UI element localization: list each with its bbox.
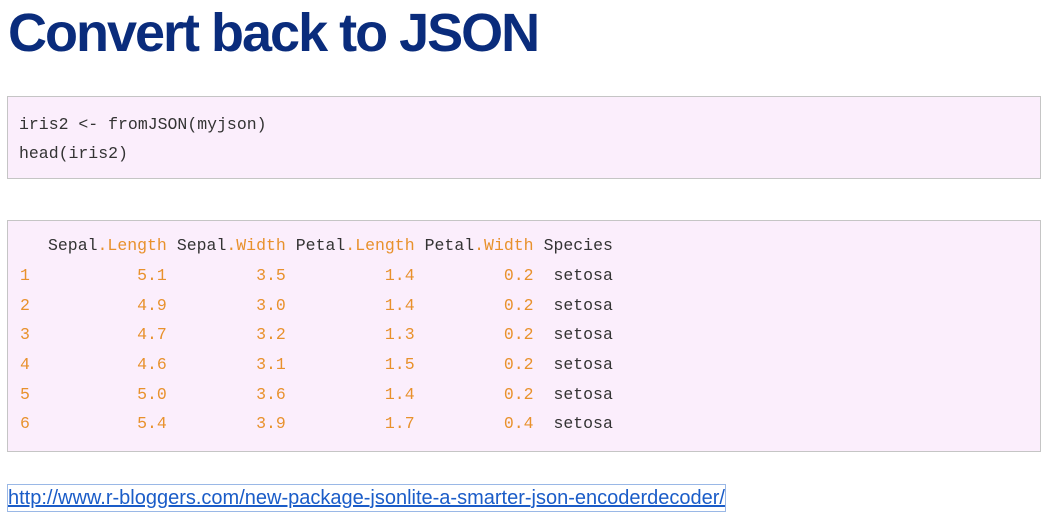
sepal-length-cell: 4.6 xyxy=(137,355,167,375)
column-header-suffix: Length xyxy=(355,236,415,256)
slide-title: Convert back to JSON xyxy=(8,3,540,63)
column-header-name: Petal xyxy=(295,236,346,256)
petal-width-cell: 0.2 xyxy=(503,266,534,286)
species-cell: setosa xyxy=(553,266,613,286)
code-block: iris2 <- fromJSON(myjson) head(iris2) xyxy=(7,96,1041,179)
species-cell: setosa xyxy=(553,355,613,375)
output-block: Sepal.Length Sepal.Width Petal.Length Pe… xyxy=(7,220,1041,452)
sepal-width-cell: 3.0 xyxy=(256,295,286,315)
species-cell: setosa xyxy=(553,384,613,404)
species-cell: setosa xyxy=(553,295,613,315)
row-number: 4 xyxy=(20,355,30,375)
petal-width-cell: 0.2 xyxy=(503,295,534,315)
table-row: 4 4.6 3.1 1.5 0.2 setosa xyxy=(20,350,613,380)
column-header-dot: . xyxy=(345,236,356,256)
sepal-length-cell: 4.7 xyxy=(137,325,167,345)
species-cell: setosa xyxy=(553,325,613,345)
petal-width-cell: 0.4 xyxy=(503,414,534,434)
column-header-species: Species xyxy=(534,231,613,261)
sepal-width-cell: 3.5 xyxy=(256,266,286,286)
petal-length-cell: 1.4 xyxy=(384,295,415,315)
sepal-width-cell: 3.6 xyxy=(256,384,286,404)
column-header-suffix: Width xyxy=(484,236,534,256)
sepal-width-cell: 3.9 xyxy=(256,414,286,434)
column-header-name: Sepal xyxy=(176,236,227,256)
code-line: iris2 <- fromJSON(myjson) xyxy=(19,115,267,134)
row-number: 5 xyxy=(20,384,30,404)
row-number: 2 xyxy=(20,295,30,315)
sepal-length-cell: 5.0 xyxy=(137,384,167,404)
sepal-width-cell: 3.2 xyxy=(256,325,286,345)
petal-width-cell: 0.2 xyxy=(503,325,534,345)
table-row: 2 4.9 3.0 1.4 0.2 setosa xyxy=(20,290,613,320)
table-row: 6 5.4 3.9 1.7 0.4 setosa xyxy=(20,409,613,439)
species-cell: setosa xyxy=(553,414,613,434)
column-header-petal-length: Petal.Length xyxy=(286,231,415,261)
petal-length-cell: 1.5 xyxy=(384,355,415,375)
row-number: 1 xyxy=(20,266,30,286)
column-header-petal-width: Petal.Width xyxy=(415,231,534,261)
table-row: 5 5.0 3.6 1.4 0.2 setosa xyxy=(20,379,613,409)
output-header-row: Sepal.Length Sepal.Width Petal.Length Pe… xyxy=(20,231,613,261)
sepal-length-cell: 5.1 xyxy=(137,266,167,286)
sepal-width-cell: 3.1 xyxy=(256,355,286,375)
column-header-name: Petal xyxy=(424,236,475,256)
column-header-dot: . xyxy=(474,236,485,256)
column-header-sepal-width: Sepal.Width xyxy=(167,231,286,261)
output-table-body: 1 5.1 3.5 1.4 0.2 setosa 2 4.9 3.0 1.4 0… xyxy=(20,261,613,439)
column-header-suffix: Length xyxy=(107,236,167,256)
table-row: 1 5.1 3.5 1.4 0.2 setosa xyxy=(20,261,613,291)
row-number: 3 xyxy=(20,325,30,345)
petal-length-cell: 1.7 xyxy=(384,414,415,434)
column-header-name: Species xyxy=(543,236,613,256)
source-link[interactable]: http://www.r-bloggers.com/new-package-js… xyxy=(7,484,726,512)
column-header-sepal-length: Sepal.Length xyxy=(38,231,167,261)
slide: Convert back to JSON iris2 <- fromJSON(m… xyxy=(0,0,1044,518)
rowname-header xyxy=(20,231,38,261)
petal-length-cell: 1.4 xyxy=(384,384,415,404)
row-number: 6 xyxy=(20,414,30,434)
petal-width-cell: 0.2 xyxy=(503,384,534,404)
column-header-dot: . xyxy=(226,236,237,256)
column-header-name: Sepal xyxy=(48,236,98,256)
column-header-dot: . xyxy=(97,236,108,256)
sepal-length-cell: 4.9 xyxy=(137,295,167,315)
table-row: 3 4.7 3.2 1.3 0.2 setosa xyxy=(20,320,613,350)
petal-length-cell: 1.3 xyxy=(384,325,415,345)
sepal-length-cell: 5.4 xyxy=(137,414,167,434)
column-header-suffix: Width xyxy=(236,236,286,256)
code-line: head(iris2) xyxy=(19,144,128,163)
petal-length-cell: 1.4 xyxy=(384,266,415,286)
output-table: Sepal.Length Sepal.Width Petal.Length Pe… xyxy=(20,231,613,439)
petal-width-cell: 0.2 xyxy=(503,355,534,375)
